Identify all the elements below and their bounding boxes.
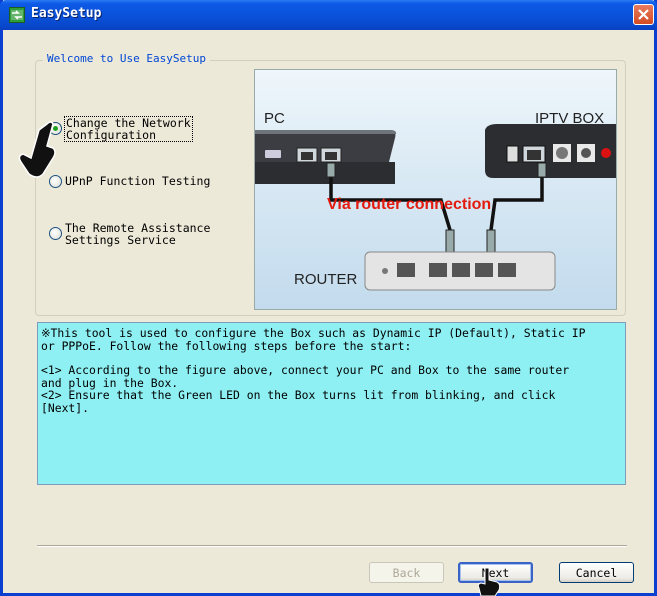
footer-separator xyxy=(37,545,627,547)
option-remote-assistance[interactable]: The Remote Assistance Settings Service xyxy=(49,222,210,246)
easysetup-window: EasySetup Welcome to Use EasySetup Chang… xyxy=(0,0,657,596)
option-label-remote-assistance: The Remote Assistance Settings Service xyxy=(65,221,211,247)
diagram-via-label: Via router connection xyxy=(327,196,492,213)
diagram-iptv-label: IPTV BOX xyxy=(535,110,605,127)
instructions-intro: ※This tool is used to configure the Box … xyxy=(41,326,586,353)
hand-pointer-icon xyxy=(477,568,501,596)
diagram-router-label: ROUTER xyxy=(294,271,358,288)
option-label-upnp-testing: UPnP Function Testing xyxy=(65,174,211,188)
instructions-step-1: <1> According to the figure above, conne… xyxy=(41,363,570,390)
option-upnp-testing[interactable]: UPnP Function Testing xyxy=(49,175,210,188)
connection-diagram: PC IPTV BOX Via router connection ROUTER xyxy=(254,69,617,310)
window-title: EasySetup xyxy=(31,6,102,21)
close-button[interactable] xyxy=(633,4,654,25)
option-label-change-network: Change the Network Configuration xyxy=(64,116,193,142)
iptv-box-illustration xyxy=(485,124,616,178)
instructions-box: ※This tool is used to configure the Box … xyxy=(37,322,626,485)
title-bar[interactable]: EasySetup xyxy=(0,0,657,30)
router-illustration xyxy=(364,251,556,291)
radio-remote-assistance[interactable] xyxy=(49,227,62,240)
instructions-step-2: <2> Ensure that the Green LED on the Box… xyxy=(41,388,556,415)
diagram-pc-label: PC xyxy=(264,110,285,127)
hand-pointer-icon xyxy=(18,121,56,178)
option-change-network[interactable]: Change the Network Configuration xyxy=(49,116,193,142)
back-button[interactable]: Back xyxy=(369,562,444,583)
laptop-illustration xyxy=(255,130,397,184)
cancel-button[interactable]: Cancel xyxy=(559,562,634,583)
close-icon xyxy=(638,9,649,20)
groupbox-legend: Welcome to Use EasySetup xyxy=(43,52,210,65)
easysetup-app-icon xyxy=(9,7,25,23)
